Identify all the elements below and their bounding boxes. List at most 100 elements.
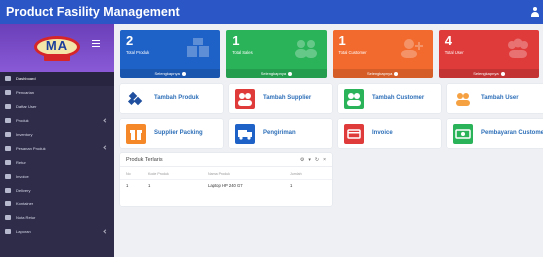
sidebar-menu: Dashboard Pencarian Daftar User Produk Inven… — [0, 72, 114, 239]
action-label: Supplier Packing — [154, 129, 203, 136]
refresh-icon[interactable]: ↻ — [315, 157, 319, 163]
stat-label: Total Sales — [232, 50, 253, 55]
stat-cards: 2 Total Produk Selengkapnya 1 Total Sales Sel… — [120, 30, 539, 78]
brand-logo[interactable]: MA — [34, 34, 80, 62]
sidebar-item-invoice[interactable]: Invoice — [0, 169, 114, 183]
home-icon — [5, 76, 11, 82]
sidebar-item-label: Invoice — [16, 173, 29, 179]
action-tambah-produk-button[interactable]: Tambah Produk — [120, 84, 223, 113]
stat-label: Total User — [444, 50, 464, 55]
sidebar-item-label: Delivery — [16, 187, 31, 193]
return-icon — [5, 159, 11, 165]
sidebar-item-label: Daftar User — [16, 104, 37, 110]
sidebar-item-label: Pesanan Produk — [16, 145, 46, 151]
stat-card-total-user[interactable]: 4 Total User Selengkapnya — [438, 30, 539, 78]
action-label: Tambah User — [481, 94, 519, 101]
sidebar-item-laporan[interactable]: Laporan — [0, 225, 114, 239]
column-header: Kode Produk — [148, 171, 169, 176]
action-tambah-user-button[interactable]: Tambah User — [447, 84, 543, 113]
sidebar-item-label: Nota Retur — [16, 215, 36, 221]
sidebar-item-label: Produk — [16, 118, 29, 124]
user-plus-icon — [453, 89, 473, 109]
sidebar-item-nota-retur[interactable]: Nota Retur — [0, 211, 114, 225]
action-pembayaran-customer-button[interactable]: Pembayaran Customer — [447, 119, 543, 148]
table-row[interactable]: 1 1 Laptop HP 240 G7 1 — [120, 178, 332, 191]
table-cell: 1 — [142, 178, 202, 191]
sidebar-item-label: Retur — [16, 159, 26, 165]
stat-value: 2 — [126, 33, 134, 48]
supplier-icon — [235, 88, 255, 109]
invoice-icon — [5, 173, 11, 179]
action-invoice-button[interactable]: Invoice — [338, 119, 441, 148]
sidebar-brand: MA — [0, 24, 114, 72]
chevron-icon — [103, 229, 108, 234]
container-icon — [5, 201, 11, 207]
sidebar-item-produk[interactable]: Produk — [0, 114, 114, 128]
stat-card-total-produk[interactable]: 2 Total Produk Selengkapnya — [120, 30, 221, 78]
chevron-down-icon[interactable]: ▾ — [308, 157, 311, 163]
sidebar-item-label: Kontainer — [16, 201, 34, 207]
stat-more-label: Selengkapnya — [260, 71, 287, 76]
sidebar-item-daftar-user[interactable]: Daftar User — [0, 100, 114, 114]
stat-more-link[interactable]: Selengkapnya — [438, 69, 539, 78]
box-stack-icon — [186, 38, 212, 58]
panel-title: Produk Terlaris — [126, 156, 163, 163]
cart-icon — [5, 145, 11, 151]
top-navbar: Product Fasility Management — [0, 0, 543, 24]
menu-toggle-icon[interactable] — [92, 40, 100, 47]
action-tambah-supplier-button[interactable]: Tambah Supplier — [229, 84, 332, 113]
customer-icon — [344, 88, 364, 109]
table-cell: 1 — [120, 178, 142, 191]
sidebar-item-pencarian[interactable]: Pencarian — [0, 86, 114, 100]
box-icon — [5, 118, 11, 124]
chevron-icon — [103, 145, 108, 151]
stat-more-link[interactable]: Selengkapnya — [120, 69, 221, 78]
chevron-icon — [103, 118, 108, 123]
action-label: Pembayaran Customer — [481, 129, 543, 136]
arrow-circle-icon — [394, 71, 399, 76]
stat-more-label: Selengkapnya — [366, 71, 393, 76]
stat-label: Total Customer — [338, 50, 367, 55]
column-header: Jumlah — [290, 171, 302, 176]
user-add-icon — [399, 38, 425, 58]
truck-icon — [5, 187, 11, 193]
stat-more-label: Selengkapnya — [154, 71, 180, 76]
app-title: Product Fasility Management — [6, 5, 180, 19]
sidebar-item-retur[interactable]: Retur — [0, 155, 114, 169]
users-icon — [5, 104, 11, 110]
main-content: 2 Total Produk Selengkapnya 1 Total Sales Sel… — [114, 24, 543, 257]
top-products-table: No Kode Produk Nama Produk Jumlah 1 1 Laptop … — [120, 169, 332, 191]
stat-more-link[interactable]: Selengkapnya — [226, 69, 327, 78]
sidebar-item-dashboard[interactable]: Dashboard — [0, 72, 114, 86]
action-tambah-customer-button[interactable]: Tambah Customer — [338, 84, 441, 113]
group-icon — [293, 38, 319, 58]
stat-more-link[interactable]: Selengkapnya — [332, 69, 433, 78]
action-pengiriman-button[interactable]: Pengiriman — [229, 119, 332, 148]
stat-value: 4 — [444, 33, 452, 48]
top-products-panel: Produk Terlaris ⚙ ▾ ↻ × No Kode Produk Nam… — [120, 153, 332, 206]
sidebar-item-label: Pencarian — [16, 90, 35, 96]
sidebar-item-pesanan-produk[interactable]: Pesanan Produk — [0, 141, 114, 155]
sidebar-item-inventory[interactable]: Inventory — [0, 128, 114, 142]
action-supplier-packing-button[interactable]: Supplier Packing — [120, 119, 223, 148]
table-cell: 1 — [284, 178, 332, 191]
stat-label: Total Produk — [126, 50, 150, 55]
note-icon — [5, 215, 11, 221]
sidebar: MA Dashboard Pencarian Daftar User Produk In… — [0, 24, 114, 257]
action-label: Tambah Produk — [154, 94, 199, 101]
stat-value: 1 — [232, 33, 240, 48]
gift-icon — [126, 123, 146, 144]
sidebar-item-label: Dashboard — [16, 76, 36, 82]
arrow-circle-icon — [500, 71, 505, 76]
stat-card-total-customer[interactable]: 1 Total Customer Selengkapnya — [332, 30, 433, 78]
close-icon[interactable]: × — [323, 157, 326, 163]
stat-card-total-sales[interactable]: 1 Total Sales Selengkapnya — [226, 30, 327, 78]
sidebar-item-delivery[interactable]: Delivery — [0, 183, 114, 197]
settings-icon[interactable]: ⚙ — [300, 157, 304, 163]
card-icon — [344, 123, 364, 144]
sidebar-item-kontainer[interactable]: Kontainer — [0, 197, 114, 211]
stat-more-label: Selengkapnya — [473, 71, 499, 76]
user-icon[interactable] — [531, 7, 539, 17]
sidebar-item-label: Laporan — [16, 229, 31, 235]
inventory-icon — [5, 132, 11, 137]
